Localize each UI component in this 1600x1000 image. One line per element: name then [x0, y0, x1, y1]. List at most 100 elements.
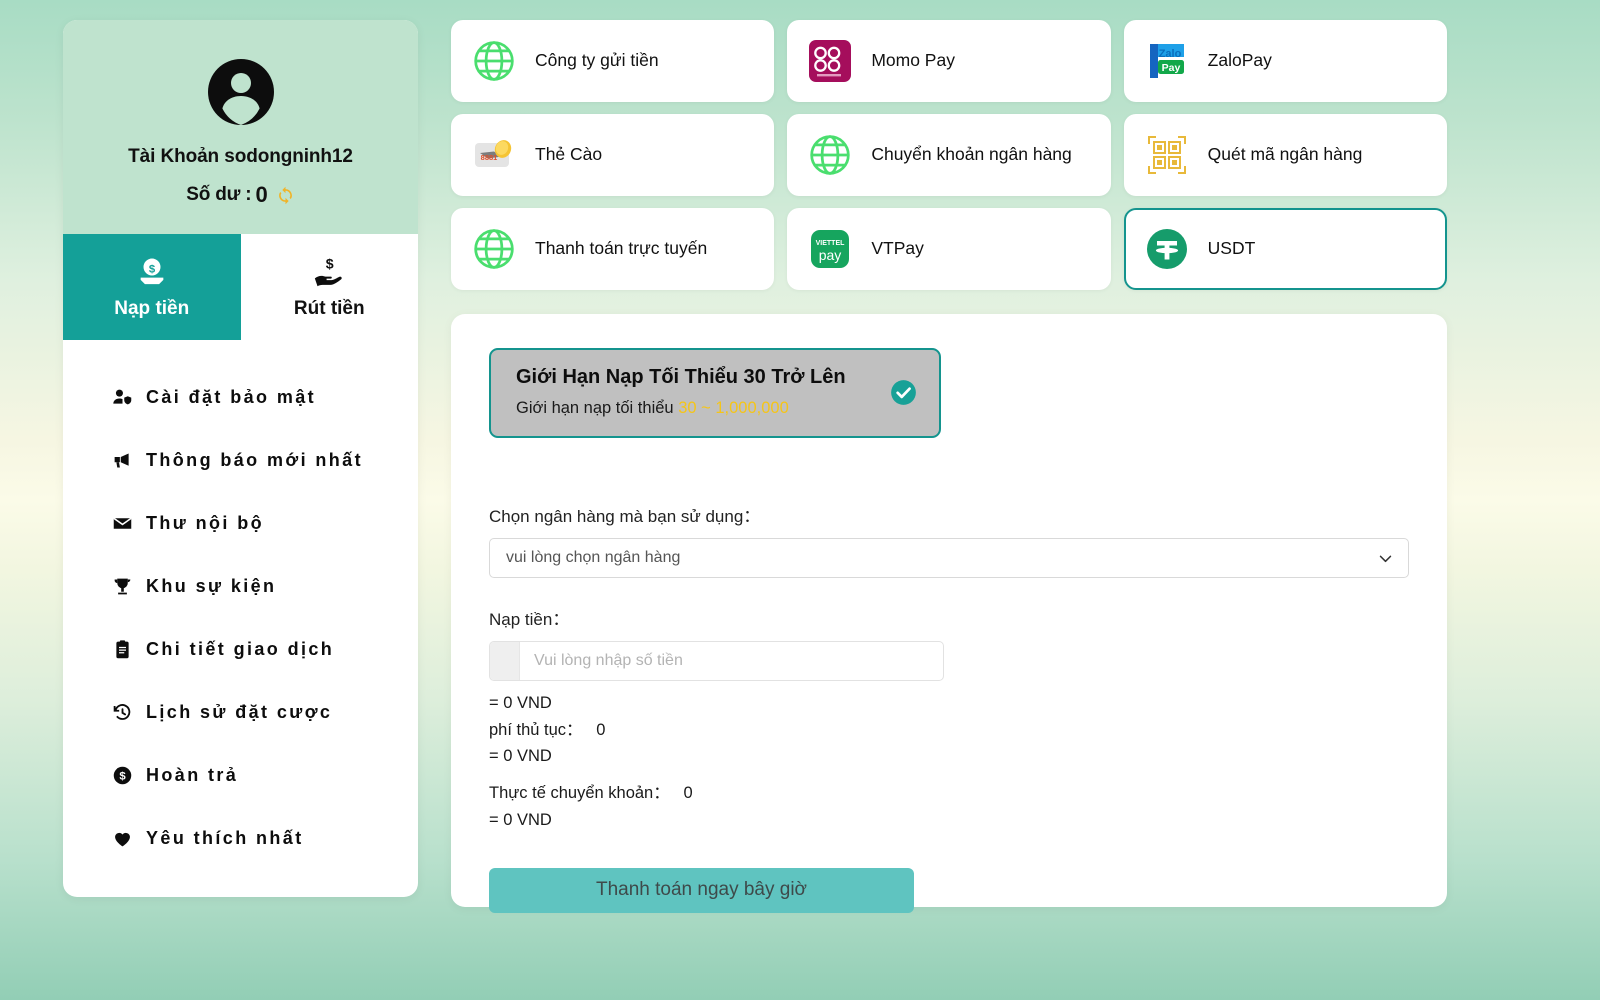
megaphone-icon: [111, 450, 133, 471]
svg-text:$: $: [149, 263, 156, 275]
heart-icon: [111, 828, 133, 849]
method-card-vtpay[interactable]: VIETTEL pay VTPay: [787, 208, 1111, 290]
main-content: Công ty gửi tiền Momo Pay Zalo Pay ZaloP…: [451, 20, 1447, 1000]
sidebar-item-bet-history[interactable]: Lịch sử đặt cược: [63, 681, 418, 744]
sidebar-item-events[interactable]: Khu sự kiện: [63, 555, 418, 618]
deposit-form-panel: Giới Hạn Nạp Tối Thiểu 30 Trở Lên Giới h…: [451, 314, 1447, 913]
notice-title: Giới Hạn Nạp Tối Thiểu 30 Trở Lên: [516, 366, 846, 388]
app-root: Tài Khoản sodongninh12 Số dư : 0 $ Nạp t…: [0, 0, 1600, 1000]
method-label: Thẻ Cào: [535, 144, 603, 165]
sidebar-item-favorites[interactable]: Yêu thích nhất: [63, 807, 418, 870]
method-card-zalopay[interactable]: Zalo Pay ZaloPay: [1123, 20, 1447, 102]
tab-withdraw-label: Rút tiền: [293, 297, 365, 319]
globe-icon: [471, 226, 517, 272]
qr-code-icon: [1144, 132, 1190, 178]
tab-deposit[interactable]: $ Nạp tiền: [63, 234, 241, 340]
summary-amount-vnd: = 0 VND: [489, 694, 552, 712]
amount-input-group: [489, 641, 944, 681]
viettelpay-logo-icon: VIETTEL pay: [807, 226, 853, 272]
sidebar-item-security[interactable]: Cài đặt bảo mật: [63, 366, 418, 429]
deposit-limit-notice: Giới Hạn Nạp Tối Thiểu 30 Trở Lên Giới h…: [489, 348, 941, 438]
method-label: Chuyển khoản ngân hàng: [871, 144, 1072, 165]
amount-summary: = 0 VND phí thủ tục： 0 = 0 VND Thực tế c…: [489, 690, 1409, 834]
check-circle-icon: [891, 379, 916, 405]
withdraw-hand-icon: $: [315, 256, 342, 286]
method-card-bank-qr-scan[interactable]: Quét mã ngân hàng: [1123, 114, 1447, 196]
sidebar-item-label: Chi tiết giao dịch: [146, 639, 335, 659]
method-label: Momo Pay: [871, 50, 955, 71]
summary-spacer: [489, 770, 1409, 780]
sidebar-item-label: Yêu thích nhất: [146, 828, 304, 848]
profile-section: Tài Khoản sodongninh12 Số dư : 0: [63, 20, 418, 234]
balance-label: Số dư :: [186, 184, 252, 205]
momo-logo-icon: [807, 38, 853, 84]
svg-text:Pay: Pay: [1161, 62, 1180, 74]
summary-fee-vnd: = 0 VND: [489, 747, 552, 766]
envelope-icon: [111, 513, 133, 534]
payment-methods-grid: Công ty gửi tiền Momo Pay Zalo Pay ZaloP…: [451, 20, 1447, 290]
tether-usdt-icon: [1144, 226, 1190, 272]
sidebar-menu: Cài đặt bảo mật Thông báo mới nhất Thư n…: [63, 340, 418, 870]
method-label: Thanh toán trực tuyến: [535, 238, 708, 259]
globe-icon: [807, 132, 853, 178]
bank-select-label: Chọn ngân hàng mà bạn sử dụng：: [489, 507, 761, 526]
notice-subtitle: Giới hạn nạp tối thiểu 30 ~ 1,000,000: [516, 399, 890, 418]
globe-icon: [471, 38, 517, 84]
notice-max-value: 1,000,000: [715, 399, 789, 417]
notice-min-value: 30: [678, 399, 697, 417]
refresh-icon[interactable]: [276, 186, 295, 205]
deposit-coin-icon: $: [140, 258, 164, 284]
sidebar-item-inbox[interactable]: Thư nội bộ: [63, 492, 418, 555]
amount-input[interactable]: [520, 642, 943, 680]
method-card-company-deposit[interactable]: Công ty gửi tiền: [451, 20, 775, 102]
method-label: Công ty gửi tiền: [535, 50, 659, 71]
svg-text:8881: 8881: [481, 153, 498, 162]
tab-withdraw[interactable]: $ Rút tiền: [240, 234, 418, 340]
notice-sub-prefix: Giới hạn nạp tối thiểu: [516, 399, 679, 417]
sidebar-item-transactions[interactable]: Chi tiết giao dịch: [63, 618, 418, 681]
notice-separator: ~: [696, 399, 716, 417]
currency-prefix: [490, 642, 520, 680]
balance-row: Số dư : 0: [63, 182, 418, 208]
sidebar-item-label: Hoàn trả: [146, 765, 239, 785]
sidebar-item-label: Khu sự kiện: [146, 576, 277, 596]
method-card-scratch-card[interactable]: 8881 Thẻ Cào: [451, 114, 775, 196]
method-label: ZaloPay: [1207, 50, 1272, 71]
summary-actual: Thực tế chuyển khoản： 0: [489, 784, 693, 803]
summary-actual-vnd: = 0 VND: [489, 810, 552, 829]
method-card-usdt[interactable]: USDT: [1123, 208, 1447, 290]
method-card-bank-transfer[interactable]: Chuyển khoản ngân hàng: [787, 114, 1111, 196]
method-card-momo-pay[interactable]: Momo Pay: [787, 20, 1111, 102]
sidebar-item-label: Thư nội bộ: [146, 513, 265, 533]
sidebar: Tài Khoản sodongninh12 Số dư : 0 $ Nạp t…: [63, 20, 418, 897]
submit-payment-button[interactable]: Thanh toán ngay bây giờ: [489, 867, 914, 913]
svg-text:Zalo: Zalo: [1158, 48, 1181, 60]
sidebar-item-label: Lịch sử đặt cược: [146, 702, 333, 722]
sidebar-item-rebate[interactable]: $ Hoàn trả: [63, 744, 418, 807]
zalopay-logo-icon: Zalo Pay: [1144, 38, 1190, 84]
user-circle-icon: [207, 59, 274, 125]
method-label: VTPay: [871, 238, 924, 259]
bank-select[interactable]: vui lòng chọn ngân hàng: [489, 538, 1409, 578]
svg-text:$: $: [326, 256, 334, 272]
svg-text:VIETTEL: VIETTEL: [816, 240, 846, 247]
summary-fee: phí thủ tục： 0: [489, 720, 606, 739]
scratch-card-icon: 8881: [471, 132, 517, 178]
sidebar-item-label: Cài đặt bảo mật: [146, 387, 317, 407]
amount-block: Nạp tiền： = 0 VND phí thủ tục： 0 = 0 VND…: [489, 605, 1409, 913]
user-shield-icon: [111, 387, 133, 408]
method-label: Quét mã ngân hàng: [1207, 144, 1363, 165]
method-card-online-payment[interactable]: Thanh toán trực tuyến: [451, 208, 775, 290]
sidebar-item-label: Thông báo mới nhất: [146, 450, 363, 470]
bank-select-value: vui lòng chọn ngân hàng: [506, 549, 681, 566]
svg-text:pay: pay: [819, 247, 842, 263]
history-clock-icon: [111, 702, 133, 723]
tab-deposit-label: Nạp tiền: [114, 297, 190, 319]
wallet-tabs: $ Nạp tiền $ Rút tiền: [63, 234, 418, 340]
svg-text:$: $: [119, 771, 126, 783]
clipboard-icon: [111, 639, 133, 660]
sidebar-item-announcements[interactable]: Thông báo mới nhất: [63, 429, 418, 492]
trophy-icon: [111, 576, 133, 597]
chevron-down-icon: [1379, 555, 1392, 562]
dollar-circle-icon: $: [111, 765, 133, 786]
